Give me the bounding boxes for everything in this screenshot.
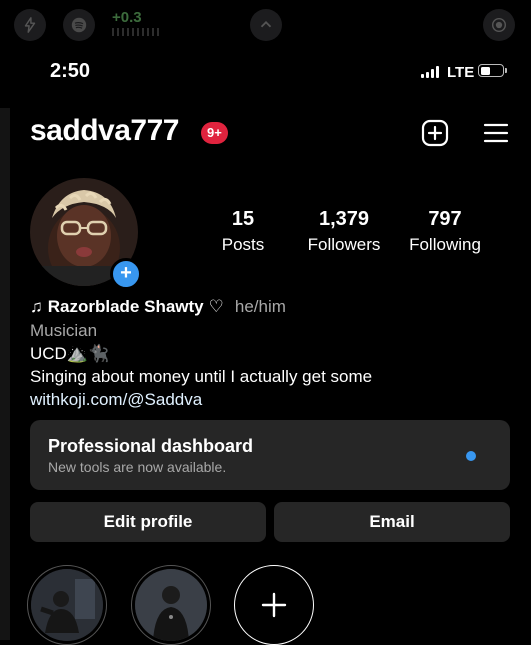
- email-button[interactable]: Email: [274, 502, 510, 542]
- story-highlight-2[interactable]: [131, 565, 211, 645]
- network-label: LTE: [447, 64, 475, 81]
- highlight-thumbnail: [31, 569, 103, 641]
- record-icon: [483, 9, 515, 41]
- new-highlight-button[interactable]: [234, 565, 314, 645]
- pronouns: he/him: [234, 297, 286, 316]
- new-indicator-dot: [466, 451, 476, 461]
- bio-line-1: UCD⛰️🐈‍⬛: [30, 344, 110, 363]
- battery-icon: [478, 64, 507, 77]
- profile-avatar[interactable]: +: [30, 178, 142, 290]
- followers-label: Followers: [307, 235, 381, 254]
- posts-count: 15: [231, 208, 255, 230]
- stat-followers[interactable]: 1,379 Followers: [308, 208, 381, 255]
- app-edge: [0, 108, 10, 640]
- display-name: Razorblade Shawty: [47, 297, 204, 316]
- highlight-thumbnail: [135, 569, 207, 641]
- posts-label: Posts: [221, 235, 265, 254]
- dashboard-subtitle: New tools are now available.: [48, 459, 227, 475]
- create-button[interactable]: [420, 118, 450, 148]
- bio-line-2: Singing about money until I actually get…: [30, 367, 373, 386]
- bio-link[interactable]: withkoji.com/@Saddva: [30, 388, 202, 411]
- profile-username[interactable]: saddva777: [30, 114, 179, 148]
- bolt-icon: [14, 9, 46, 41]
- hamburger-menu-icon: [483, 123, 509, 143]
- plus-square-icon: [421, 119, 449, 147]
- edit-profile-button[interactable]: Edit profile: [30, 502, 266, 542]
- music-note-icon: ♫: [30, 297, 43, 316]
- following-label: Following: [409, 235, 481, 254]
- dashboard-title: Professional dashboard: [48, 436, 254, 456]
- heart-icon: ♡: [208, 297, 224, 316]
- profile-category: Musician: [30, 321, 98, 340]
- display-name-row: ♫ Razorblade Shawty ♡ he/him: [30, 295, 286, 318]
- level-meter: [112, 28, 160, 36]
- notification-badge[interactable]: 9+: [201, 122, 228, 144]
- menu-button[interactable]: [481, 118, 511, 148]
- status-time: 2:50: [50, 60, 91, 82]
- spotify-icon: [63, 9, 95, 41]
- chevron-up-icon[interactable]: [250, 9, 282, 41]
- add-story-badge[interactable]: +: [110, 258, 142, 290]
- story-highlight-1[interactable]: [27, 565, 107, 645]
- followers-count: 1,379: [318, 208, 370, 230]
- professional-dashboard-card[interactable]: Professional dashboard New tools are now…: [30, 420, 510, 490]
- signal-strength-icon: [421, 66, 439, 78]
- stat-posts[interactable]: 15 Posts: [222, 208, 265, 255]
- plus-icon: [261, 592, 287, 618]
- stat-following[interactable]: 797 Following: [409, 208, 481, 255]
- following-count: 797: [428, 208, 462, 230]
- top-readout: +0.3: [112, 9, 142, 26]
